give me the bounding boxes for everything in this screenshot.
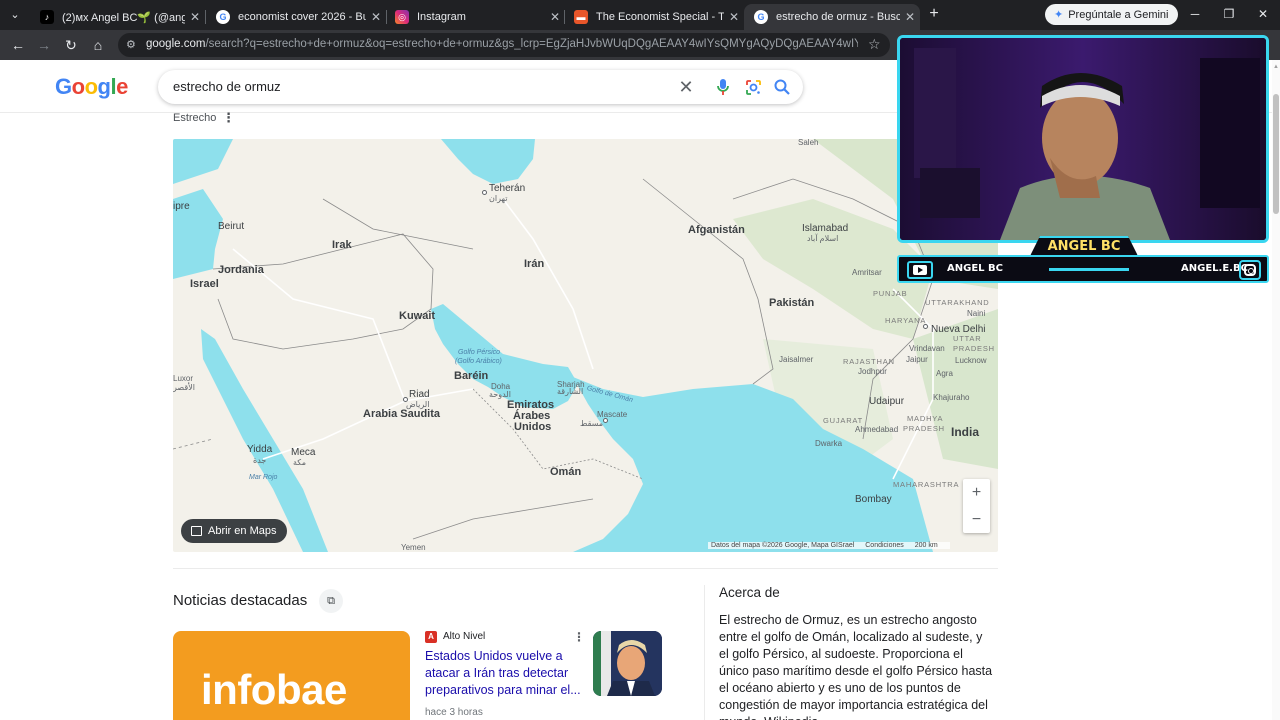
map-conditions-link[interactable]: Condiciones [865, 542, 904, 549]
site-info-icon[interactable]: ⚙ [126, 37, 140, 53]
scroll-up-arrow-icon[interactable]: ▲ [1273, 64, 1279, 70]
zoom-controls: + − [963, 479, 990, 533]
tab-economist-special[interactable]: ▬ The Economist Special - The W ✕ [564, 4, 744, 30]
home-button[interactable]: ⌂ [88, 36, 108, 54]
close-tab-icon[interactable]: ✕ [366, 10, 386, 24]
website-icon: ▬ [574, 10, 588, 24]
microphone-icon[interactable] [713, 77, 733, 97]
webcam-video [897, 35, 1269, 243]
news-photo[interactable] [593, 631, 662, 696]
search-icon[interactable] [772, 77, 792, 97]
gemini-sparkle-icon: ✦ [1054, 9, 1064, 21]
back-button[interactable]: ← [8, 36, 28, 54]
social-handles-bar: ANGEL BC ANGEL.E.BC [897, 255, 1269, 283]
instagram-handle: ANGEL.E.BC [1181, 263, 1248, 274]
restore-button[interactable]: ❐ [1216, 5, 1242, 23]
tiktok-icon: ♪ [40, 10, 54, 24]
tab-economist-search[interactable]: G economist cover 2026 - Buscar ✕ [206, 4, 386, 30]
news-timestamp: hace 3 horas [425, 707, 483, 718]
clear-search-icon[interactable]: ✕ [676, 77, 696, 97]
source-logo-icon: A [425, 631, 437, 643]
close-tab-icon[interactable]: ✕ [900, 10, 920, 24]
more-options-icon[interactable]: ⋮ [222, 110, 235, 126]
new-tab-button[interactable]: + [925, 5, 943, 23]
google-logo[interactable]: Google [55, 74, 128, 100]
url-text[interactable]: google.com/search?q=estrecho+de+ormuz&oq… [146, 38, 858, 50]
bookmark-star-icon[interactable]: ☆ [868, 36, 881, 53]
about-heading: Acerca de [719, 585, 780, 600]
column-divider [704, 585, 705, 720]
news-source: Alto Nivel [443, 631, 486, 642]
stories-collection-icon[interactable]: ⧉ [319, 589, 343, 613]
open-in-maps-button[interactable]: Abrir en Maps [181, 519, 288, 543]
close-tab-icon[interactable]: ✕ [185, 10, 205, 24]
instagram-icon [1239, 260, 1261, 280]
tab-tiktok[interactable]: ♪ (2)ᴍx Angel BC🌱 (@angel.bc) ✕ [30, 4, 205, 30]
tab-ormuz-search[interactable]: G estrecho de ormuz - Buscar con ✕ [744, 4, 920, 30]
top-stories-heading: Noticias destacadas [173, 592, 308, 609]
reload-button[interactable]: ↻ [61, 36, 81, 54]
ask-gemini-button[interactable]: ✦ Pregúntale a Gemini [1045, 4, 1178, 25]
news-thumbnail[interactable]: infobae [173, 631, 410, 720]
search-box[interactable]: estrecho de ormuz ✕ [158, 70, 803, 104]
google-lens-icon[interactable] [743, 77, 763, 97]
webcam-overlay: ANGEL BC ANGEL BC ANGEL.E.BC [894, 35, 1272, 285]
map-icon [191, 526, 202, 536]
minimize-button[interactable]: ─ [1182, 5, 1208, 23]
google-icon: G [216, 10, 230, 24]
news-headline-link[interactable]: Estados Unidos vuelve a atacar a Irán tr… [425, 648, 585, 699]
address-bar[interactable]: ⚙ google.com/search?q=estrecho+de+ormuz&… [118, 33, 890, 57]
section-divider [173, 568, 998, 569]
forward-button[interactable]: → [34, 36, 54, 54]
search-input[interactable]: estrecho de ormuz [173, 79, 281, 94]
news-more-options-icon[interactable]: ⋮ [573, 630, 585, 644]
map-panel[interactable]: Irak Jordania Israel Kuwait Irán Afganis… [173, 139, 998, 552]
scrollbar-thumb[interactable] [1273, 94, 1279, 214]
map-scale: 200 km [914, 542, 938, 549]
zoom-out-button[interactable]: − [963, 506, 990, 533]
tab-instagram[interactable]: ◎ Instagram ✕ [385, 4, 565, 30]
instagram-icon: ◎ [395, 10, 409, 24]
google-icon: G [754, 10, 768, 24]
tab-search-chevron-icon[interactable]: ⌄ [6, 7, 24, 23]
youtube-handle: ANGEL BC [947, 263, 1003, 274]
entity-type-label: Estrecho [173, 112, 217, 124]
decorative-stripe [1049, 268, 1129, 271]
about-description: El estrecho de Ormuz, es un estrecho ang… [719, 613, 993, 720]
close-tab-icon[interactable]: ✕ [545, 10, 565, 24]
close-window-button[interactable]: ✕ [1250, 5, 1276, 23]
youtube-icon [907, 261, 933, 279]
map-attribution: Datos del mapa ©2026 Google, Mapa GISrae… [708, 542, 950, 549]
close-tab-icon[interactable]: ✕ [724, 10, 744, 24]
zoom-in-button[interactable]: + [963, 479, 990, 506]
map-graphic [173, 139, 998, 552]
tab-strip: ⌄ ♪ (2)ᴍx Angel BC🌱 (@angel.bc) ✕ G econ… [0, 0, 1280, 30]
